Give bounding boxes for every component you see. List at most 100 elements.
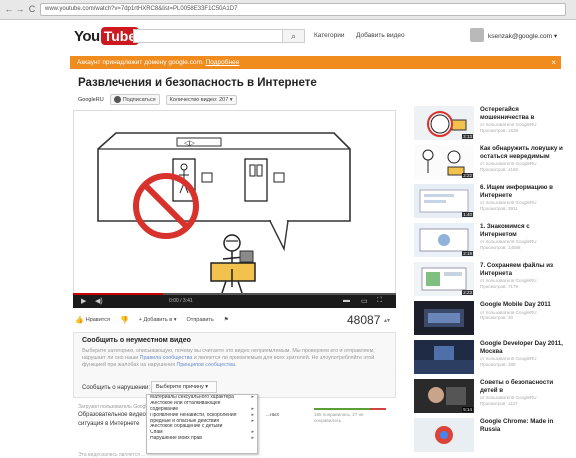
rating-summary: 185 понравилось, 27 не понравилось [314, 408, 386, 428]
video-thumbnail[interactable] [414, 340, 474, 374]
video-thumbnail[interactable]: 2:23 [414, 262, 474, 296]
video-thumbnail[interactable]: 2:13 [414, 106, 474, 140]
browser-toolbar: ← → C www.youtube.com/watch?v=7dp1rtHXRC… [0, 0, 576, 20]
fullscreen-icon[interactable]: ⛶ [377, 297, 382, 305]
related-video-title[interactable]: 1. Знакомимся с Интернетом [480, 223, 566, 238]
menu-item[interactable]: Нарушение моих прав ▸ [147, 436, 257, 442]
subscribe-icon [113, 96, 121, 103]
related-video-item[interactable]: 2:13 Остерегайся мошенничества в от пользо… [414, 106, 564, 148]
related-video-title[interactable]: Остерегайся мошенничества в [480, 106, 566, 121]
related-video-title[interactable]: Google Developer Day 2011, Москва [480, 340, 566, 355]
report-desc-end: . [234, 362, 237, 368]
related-video-item[interactable]: 1:40 6. Ищем информацию в Интернете от пол… [414, 184, 564, 226]
related-title-1[interactable]: Образовательное видео [78, 412, 146, 418]
stats-icon[interactable]: ▴▾ [384, 317, 390, 324]
related-video-item[interactable]: Google Mobile Day 2011 от пользователя Go… [414, 301, 564, 343]
user-account-menu[interactable]: ksenzak@google.com ▾ [488, 32, 557, 40]
avatar[interactable] [470, 28, 484, 42]
video-thumbnail[interactable] [414, 301, 474, 335]
like-button[interactable]: 👍 Нравится [73, 315, 112, 325]
related-video-item[interactable]: 2:19 1. Знакомимся с Интернетом от пользов… [414, 223, 564, 265]
related-video-views: Просмотров: 3911 [480, 205, 518, 211]
quality-icon[interactable]: ▬ [343, 297, 350, 304]
user-email: ksenzak@google.com [488, 33, 553, 40]
dislike-button[interactable]: 👎 [118, 315, 131, 325]
volume-icon[interactable]: ◀) [95, 297, 103, 305]
forward-icon[interactable]: → [15, 4, 25, 15]
reason-select[interactable]: Выберите причину ▾ [151, 381, 217, 393]
menu-item-label: Жестокое обращение с детьми [150, 424, 223, 430]
time-display: 0:00 / 3:41 [169, 298, 193, 304]
rating-stats-line: понравилось [314, 418, 342, 423]
reason-dropdown-menu: Материалы сексуального характера ▸ Жестоко… [146, 394, 258, 454]
notice-text: Аккаунт принадлежит домену google.com [77, 59, 202, 66]
uploader-line: Загрузил пользователь GoogleRU [78, 404, 157, 410]
back-icon[interactable]: ← [4, 4, 14, 15]
related-video-title[interactable]: Советы о безопасности детей в [480, 379, 566, 394]
rating-stats: 185 понравилось, 27 не понравилось [314, 412, 364, 424]
youtube-logo[interactable]: You Tube [74, 26, 140, 46]
video-thumbnail[interactable]: 1:40 [414, 184, 474, 218]
footer-note: Эта видеозапись является ... [78, 452, 146, 458]
related-video-title[interactable]: Google Chrome: Made in Russia [480, 418, 566, 433]
video-title: Развлечения и безопасность в Интернете [78, 77, 317, 89]
video-thumbnail[interactable]: 2:19 [414, 223, 474, 257]
related-videos-sidebar: 2:13 Остерегайся мошенничества в от пользо… [414, 106, 564, 458]
player-controls: ▶ ◀) 0:00 / 3:41 ▬ ▭ ⛶ [73, 293, 396, 308]
subscribe-label: Подписаться [122, 96, 156, 103]
related-title-2[interactable]: ситуация в Интернете [78, 421, 139, 427]
search-icon: ⌕ [290, 31, 297, 41]
related-video-views: Просмотров: 7179 [480, 283, 518, 289]
flag-icon[interactable]: ⚑ [222, 316, 231, 324]
community-guidelines-link[interactable]: Правила сообщества [140, 355, 193, 361]
close-icon[interactable]: × [551, 56, 556, 69]
related-video-title[interactable]: 7. Сохраняем файлы из Интернета [480, 262, 566, 277]
categories-link[interactable]: Категории [314, 32, 345, 39]
reload-icon[interactable]: C [27, 4, 37, 15]
video-thumbnail[interactable]: 5:14 [414, 379, 474, 413]
report-title: Сообщить о неуместном видео [82, 337, 191, 344]
duration-badge: 2:13 [462, 134, 473, 139]
dislikes-bar [370, 408, 386, 410]
related-video-views: Просмотров: 1638 [480, 127, 518, 133]
address-bar[interactable]: www.youtube.com/watch?v=7dp1rtHXRC8&list… [40, 3, 566, 16]
channel-name[interactable]: GoogleRU [78, 97, 104, 103]
related-video-views: Просмотров: 1127 [480, 400, 518, 406]
related-video-item[interactable]: Google Developer Day 2011, Москва от поль… [414, 340, 564, 382]
related-title-tail: ...ных [266, 412, 280, 418]
related-video-title[interactable]: 6. Ищем информацию в Интернете [480, 184, 566, 199]
video-thumbnail[interactable] [414, 418, 474, 452]
community-principles-link[interactable]: Принципов сообщества [177, 362, 235, 368]
related-video-item[interactable]: 2:22 Как обнаружить ловушку и остаться не… [414, 145, 564, 187]
theater-icon[interactable]: ▭ [361, 297, 368, 305]
chevron-down-icon: ▾ [553, 33, 558, 40]
play-icon[interactable]: ▶ [81, 297, 86, 305]
duration-badge: 2:19 [462, 251, 473, 256]
logo-you: You [74, 27, 100, 45]
subscribe-button[interactable]: Подписаться [109, 94, 160, 105]
related-video-item[interactable]: 5:14 Советы о безопасности детей в от поль… [414, 379, 564, 421]
video-thumbnail[interactable]: 2:22 [414, 145, 474, 179]
add-to-button[interactable]: + Добавить в ▾ [137, 316, 179, 324]
progress-bar[interactable] [73, 293, 396, 295]
related-video-title[interactable]: Как обнаружить ловушку и остаться невред… [480, 145, 566, 160]
likes-bar [314, 408, 370, 410]
notice-link[interactable]: Подробнее [206, 59, 240, 66]
related-video-title[interactable]: Google Mobile Day 2011 [480, 301, 566, 309]
share-button[interactable]: Отправить [185, 316, 216, 324]
related-video-item[interactable]: Google Chrome: Made in Russia [414, 418, 564, 458]
menu-item-label: содержание [150, 406, 179, 412]
search-input[interactable] [133, 29, 283, 43]
menu-item-label: Спам [150, 430, 163, 436]
video-player[interactable]: ◁▷ [73, 110, 396, 308]
video-count-button[interactable]: Количество видео: 207 ▾ [165, 94, 237, 105]
related-video-item[interactable]: 2:23 7. Сохраняем файлы из Интернета от по… [414, 262, 564, 304]
menu-item-label: Вредные и опасные действия [150, 418, 220, 424]
thumbs-up-icon: 👍 [75, 317, 84, 324]
related-video-views: Просмотров: 289 [480, 361, 516, 367]
related-video-views: Просмотров: 14588 [480, 244, 521, 250]
upload-link[interactable]: Добавить видео [356, 32, 405, 39]
search-button[interactable]: ⌕ [283, 29, 305, 43]
video-frame-illustration: ◁▷ [97, 132, 351, 294]
progress-fill [73, 293, 164, 295]
